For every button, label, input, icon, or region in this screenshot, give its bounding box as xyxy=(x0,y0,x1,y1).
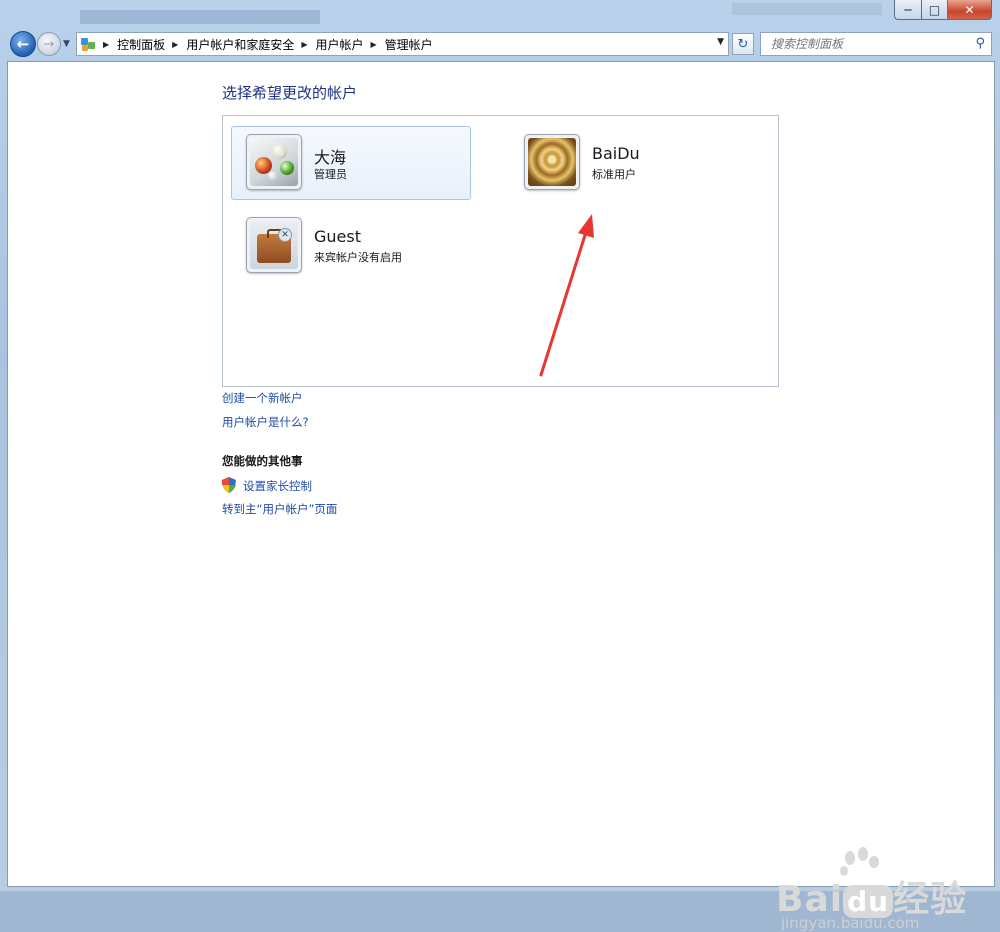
recent-pages-dropdown-icon[interactable]: ▼ xyxy=(63,39,70,49)
marbles-icon xyxy=(246,134,302,190)
content-area: 选择希望更改的帐户 大海 管理员 BaiDu 标准用户 ✕ Guest 来宾帐户… xyxy=(7,61,995,932)
watermark-url: jingyan.baidu.com xyxy=(781,914,920,932)
account-name: 大海 xyxy=(314,148,347,167)
briefcase-icon: ✕ xyxy=(246,217,302,273)
background-blur xyxy=(80,10,320,24)
search-input[interactable] xyxy=(769,36,963,52)
forward-arrow-icon: → xyxy=(43,36,55,52)
navigation-bar: ← → ▼ ▶ 控制面板 ▶ 用户帐户和家庭安全 ▶ 用户帐户 ▶ 管理帐户 ▼… xyxy=(0,28,1000,60)
maximize-button[interactable]: □ xyxy=(922,0,948,20)
account-tile-dahai[interactable]: 大海 管理员 xyxy=(231,126,471,200)
close-button[interactable]: ✕ xyxy=(948,0,992,20)
refresh-button[interactable]: ↻ xyxy=(732,33,754,55)
account-tile-baidu[interactable]: BaiDu 标准用户 xyxy=(509,126,749,200)
address-bar[interactable]: ▶ 控制面板 ▶ 用户帐户和家庭安全 ▶ 用户帐户 ▶ 管理帐户 ▼ xyxy=(76,32,729,56)
goto-user-accounts-link[interactable]: 转到主“用户帐户”页面 xyxy=(222,501,337,517)
what-is-account-link[interactable]: 用户帐户是什么? xyxy=(222,414,309,430)
accounts-panel: 大海 管理员 BaiDu 标准用户 ✕ Guest 来宾帐户没有启用 xyxy=(222,115,779,387)
create-account-link[interactable]: 创建一个新帐户 xyxy=(222,390,303,406)
back-arrow-icon: ← xyxy=(16,35,30,53)
minimize-button[interactable]: ─ xyxy=(894,0,922,20)
control-panel-icon xyxy=(80,36,96,52)
account-role: 管理员 xyxy=(314,168,347,181)
search-icon[interactable]: ⚲ xyxy=(975,36,985,51)
account-tile-guest[interactable]: ✕ Guest 来宾帐户没有启用 xyxy=(231,209,471,283)
breadcrumb-control-panel[interactable]: 控制面板 xyxy=(117,36,165,53)
search-box[interactable]: ⚲ xyxy=(760,32,992,56)
uac-shield-icon xyxy=(222,477,236,493)
window-controls: ─ □ ✕ xyxy=(894,0,992,20)
account-name: Guest xyxy=(314,227,361,246)
page-title: 选择希望更改的帐户 xyxy=(222,84,358,102)
account-role: 来宾帐户没有启用 xyxy=(314,251,402,264)
breadcrumb-user-accounts[interactable]: 用户帐户 xyxy=(316,36,364,53)
golden-spiral-icon xyxy=(524,134,580,190)
breadcrumb-user-accounts-family[interactable]: 用户帐户和家庭安全 xyxy=(186,36,294,53)
breadcrumb-separator-icon[interactable]: ▶ xyxy=(371,40,377,49)
breadcrumb-manage-accounts[interactable]: 管理帐户 xyxy=(385,36,433,53)
breadcrumb-separator-icon[interactable]: ▶ xyxy=(301,40,307,49)
parental-control-link[interactable]: 设置家长控制 xyxy=(243,478,312,494)
breadcrumb-separator-icon[interactable]: ▶ xyxy=(103,40,109,49)
account-name: BaiDu xyxy=(592,144,640,163)
background-blur-text xyxy=(732,3,882,15)
window-frame: ─ □ ✕ ← → ▼ ▶ 控制面板 ▶ 用户帐户和家庭安全 ▶ 用户帐户 ▶ … xyxy=(0,0,1000,932)
breadcrumb-separator-icon[interactable]: ▶ xyxy=(172,40,178,49)
other-tasks-heading: 您能做的其他事 xyxy=(222,454,303,468)
refresh-icon: ↻ xyxy=(737,36,749,52)
back-button[interactable]: ← xyxy=(10,31,36,57)
forward-button[interactable]: → xyxy=(37,32,61,56)
account-role: 标准用户 xyxy=(592,168,636,181)
address-dropdown-icon[interactable]: ▼ xyxy=(717,37,724,47)
